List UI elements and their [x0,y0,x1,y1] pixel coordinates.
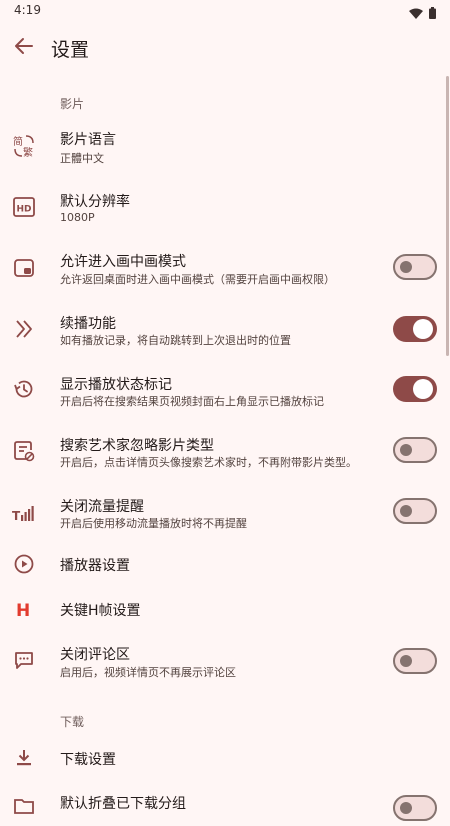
battery-icon [429,4,436,23]
app-bar: 设置 [0,22,450,74]
setting-title: 允许进入画中画模式 [60,254,186,270]
setting-collapse-downloaded-groups[interactable]: 默认折叠已下载分组 [0,786,450,826]
pip-toggle[interactable] [393,254,437,280]
picture-in-picture-icon [12,256,36,280]
setting-subtitle: 1080P [60,211,95,224]
double-chevron-right-icon [12,317,36,341]
setting-subtitle: 开启后将在搜索结果页视频封面右上角显示已播放标记 [60,395,324,408]
folder-icon [12,794,36,818]
close-comments-toggle[interactable] [393,648,437,674]
setting-subtitle: 允许返回桌面时进入画中画模式（需要开启画中画权限） [60,273,335,286]
svg-text:简: 简 [13,135,23,148]
status-bar: 4:19 [0,0,450,22]
setting-title: 播放器设置 [60,558,130,574]
svg-text:H: H [16,601,30,621]
toggle-knob [400,655,412,667]
toggle-knob [413,379,433,399]
svg-text:HD: HD [17,205,32,215]
comment-icon [12,648,36,672]
search-artist-toggle[interactable] [393,437,437,463]
setting-playback-status-mark[interactable]: 显示播放状态标记 开启后将在搜索结果页视频封面右上角显示已播放标记 [0,366,450,424]
setting-mobile-data-reminder[interactable]: T 关闭流量提醒 开启后使用移动流量播放时将不再提醒 [0,490,450,548]
setting-title: 关闭评论区 [60,647,130,663]
setting-key-h-frame[interactable]: H 关键H帧设置 [0,591,450,629]
signal-bars-icon: T [12,501,36,525]
setting-title: 默认分辨率 [60,194,130,210]
setting-subtitle: 开启后，点击详情页头像搜索艺术家时，不再附带影片类型。 [60,456,357,469]
svg-text:繁: 繁 [23,146,33,158]
history-icon [12,377,36,401]
status-time: 4:19 [14,3,41,17]
setting-default-resolution[interactable]: HD 默认分辨率 1080P [0,180,450,238]
setting-close-comments[interactable]: 关闭评论区 启用后，视频详情页不再展示评论区 [0,636,450,692]
setting-title: 关闭流量提醒 [60,499,144,515]
section-header-download: 下载 [60,715,85,729]
toggle-knob [413,319,433,339]
section-header-video: 影片 [60,97,85,111]
setting-title: 关键H帧设置 [60,603,141,619]
setting-title: 影片语言 [60,132,116,148]
setting-subtitle: 启用后，视频详情页不再展示评论区 [60,666,236,679]
setting-subtitle: 开启后使用移动流量播放时将不再提醒 [60,517,247,530]
collapse-groups-toggle[interactable] [393,795,437,821]
setting-title: 续播功能 [60,316,116,332]
svg-text:T: T [12,509,21,523]
setting-resume-playback[interactable]: 续播功能 如有播放记录，将自动跳转到上次退出时的位置 [0,304,450,362]
setting-picture-in-picture[interactable]: 允许进入画中画模式 允许返回桌面时进入画中画模式（需要开启画中画权限） [0,242,450,300]
arrow-back-icon[interactable] [12,34,36,58]
toggle-knob [400,505,412,517]
page-title: 设置 [51,39,90,61]
h-letter-icon: H [12,597,36,621]
setting-title: 默认折叠已下载分组 [60,796,186,812]
setting-subtitle: 正體中文 [60,152,104,165]
download-icon [12,746,36,770]
toggle-knob [400,261,412,273]
status-icons [409,4,436,23]
setting-search-artist-ignore-type[interactable]: 搜索艺术家忽略影片类型 开启后，点击详情页头像搜索艺术家时，不再附带影片类型。 [0,428,450,486]
setting-player[interactable]: 播放器设置 [0,546,450,584]
setting-title: 搜索艺术家忽略影片类型 [60,438,214,454]
wifi-icon [409,4,423,23]
playback-mark-toggle[interactable] [393,376,437,402]
data-reminder-toggle[interactable] [393,498,437,524]
document-block-icon [12,439,36,463]
resume-playback-toggle[interactable] [393,316,437,342]
setting-title: 显示播放状态标记 [60,377,172,393]
setting-title: 下载设置 [60,752,116,768]
toggle-knob [400,444,412,456]
toggle-knob [400,802,412,814]
play-circle-icon [12,552,36,576]
setting-subtitle: 如有播放记录，将自动跳转到上次退出时的位置 [60,334,291,347]
setting-video-language[interactable]: 简 繁 影片语言 正體中文 [0,118,450,176]
setting-download[interactable]: 下载设置 [0,740,450,776]
hd-icon: HD [12,195,36,219]
simplified-traditional-icon: 简 繁 [12,134,36,159]
